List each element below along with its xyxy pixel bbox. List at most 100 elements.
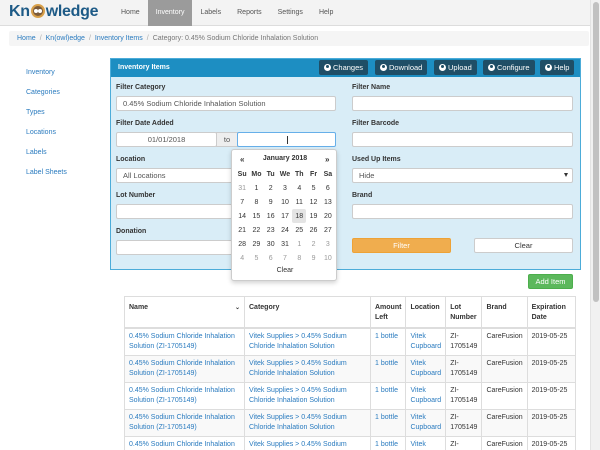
- calendar-day[interactable]: 3: [278, 181, 292, 195]
- calendar-day[interactable]: 31: [278, 237, 292, 251]
- item-location-link[interactable]: Vitek Cupboard: [405, 327, 447, 356]
- date-from-input[interactable]: 01/01/2018: [116, 132, 217, 147]
- calendar-day-today[interactable]: 18: [292, 209, 307, 223]
- calendar-day[interactable]: 4: [235, 251, 249, 265]
- nav-inventory[interactable]: Inventory: [147, 0, 193, 26]
- calendar-day[interactable]: 2: [306, 237, 320, 251]
- item-category-link[interactable]: Vitek Supplies > 0.45% Sodium Chloride I…: [244, 327, 371, 356]
- sidebar-item-inventory[interactable]: Inventory: [26, 66, 67, 86]
- configure-button[interactable]: Configure: [483, 60, 535, 75]
- item-location-link[interactable]: Vitek Cupboard: [405, 355, 447, 383]
- calendar-day[interactable]: 14: [235, 209, 249, 223]
- add-item-button[interactable]: Add Item: [528, 274, 573, 289]
- filter-barcode-input[interactable]: [352, 132, 573, 147]
- calendar-day[interactable]: 15: [249, 209, 263, 223]
- nav-help[interactable]: Help: [311, 0, 341, 26]
- item-category-link[interactable]: Vitek Supplies > 0.45% Sodium Chloride I…: [244, 409, 371, 437]
- calendar-day[interactable]: 7: [278, 251, 292, 265]
- date-to-input[interactable]: [237, 132, 336, 147]
- calendar-day[interactable]: 28: [235, 237, 249, 251]
- calendar-day[interactable]: 24: [278, 223, 292, 237]
- upload-button[interactable]: Upload: [434, 60, 477, 75]
- sidebar-item-locations[interactable]: Locations: [26, 126, 67, 146]
- sidebar-item-label-sheets[interactable]: Label Sheets: [26, 166, 67, 186]
- item-amount-link[interactable]: 1 bottle: [369, 355, 407, 383]
- next-month-button[interactable]: »: [325, 155, 329, 164]
- changes-button[interactable]: Changes: [319, 60, 369, 75]
- column-header-brand[interactable]: Brand: [481, 296, 528, 329]
- column-header-amount-left[interactable]: Amount Left: [369, 296, 407, 329]
- calendar-day[interactable]: 7: [235, 195, 249, 209]
- calendar-day[interactable]: 30: [264, 237, 278, 251]
- calendar-day[interactable]: 10: [321, 251, 335, 265]
- nav-home[interactable]: Home: [113, 0, 148, 26]
- calendar-day[interactable]: 12: [306, 195, 320, 209]
- item-location-link[interactable]: Vitek Cupboard: [405, 436, 447, 450]
- calendar-day[interactable]: 31: [235, 181, 249, 195]
- nav-labels[interactable]: Labels: [192, 0, 229, 26]
- calendar-day[interactable]: 3: [321, 237, 335, 251]
- item-amount-link[interactable]: 1 bottle: [369, 436, 407, 450]
- calendar-day[interactable]: 16: [264, 209, 278, 223]
- sidebar-item-labels[interactable]: Labels: [26, 146, 67, 166]
- column-header-name[interactable]: Name ⌄: [124, 296, 245, 329]
- scrollbar-thumb[interactable]: [593, 2, 599, 302]
- brand-input[interactable]: [352, 204, 573, 219]
- lot-number-input[interactable]: [116, 204, 236, 219]
- datepicker-clear-button[interactable]: Clear: [232, 267, 338, 274]
- calendar-day[interactable]: 26: [306, 223, 320, 237]
- item-category-link[interactable]: Vitek Supplies > 0.45% Sodium Chloride I…: [244, 355, 371, 383]
- nav-reports[interactable]: Reports: [229, 0, 270, 26]
- calendar-day[interactable]: 20: [321, 209, 335, 223]
- brand-logo[interactable]: Kn wledge: [9, 3, 98, 21]
- calendar-day[interactable]: 4: [292, 181, 306, 195]
- item-name-link[interactable]: 0.45% Sodium Chloride Inhalation Solutio…: [124, 436, 245, 450]
- item-amount-link[interactable]: 1 bottle: [369, 382, 407, 410]
- breadcrumb-knowledge[interactable]: Kn(owl)edge: [46, 35, 85, 42]
- calendar-day[interactable]: 22: [249, 223, 263, 237]
- breadcrumb-inventory-items[interactable]: Inventory Items: [95, 35, 143, 42]
- calendar-day[interactable]: 29: [249, 237, 263, 251]
- calendar-day[interactable]: 5: [306, 181, 320, 195]
- calendar-day[interactable]: 19: [306, 209, 320, 223]
- item-name-link[interactable]: 0.45% Sodium Chloride Inhalation Solutio…: [124, 355, 245, 383]
- calendar-day[interactable]: 8: [249, 195, 263, 209]
- item-amount-link[interactable]: 1 bottle: [369, 409, 407, 437]
- nav-settings[interactable]: Settings: [270, 0, 311, 26]
- calendar-day[interactable]: 23: [264, 223, 278, 237]
- prev-month-button[interactable]: «: [240, 155, 244, 164]
- calendar-day[interactable]: 5: [249, 251, 263, 265]
- calendar-day[interactable]: 27: [321, 223, 335, 237]
- filter-category-input[interactable]: 0.45% Sodium Chloride Inhalation Solutio…: [116, 96, 336, 111]
- calendar-day[interactable]: 9: [306, 251, 320, 265]
- item-category-link[interactable]: Vitek Supplies > 0.45% Sodium Chloride I…: [244, 382, 371, 410]
- calendar-day[interactable]: 17: [278, 209, 292, 223]
- breadcrumb-home[interactable]: Home: [17, 35, 36, 42]
- column-header-expiration-date[interactable]: Expiration Date: [526, 296, 576, 329]
- item-category-link[interactable]: Vitek Supplies > 0.45% Sodium Chloride I…: [244, 436, 371, 450]
- donation-input[interactable]: [116, 240, 236, 255]
- item-location-link[interactable]: Vitek Cupboard: [405, 409, 447, 437]
- calendar-day[interactable]: 1: [292, 237, 306, 251]
- filter-name-input[interactable]: [352, 96, 573, 111]
- column-header-category[interactable]: Category: [244, 296, 371, 329]
- clear-filters-button[interactable]: Clear: [474, 238, 573, 253]
- item-location-link[interactable]: Vitek Cupboard: [405, 382, 447, 410]
- location-select[interactable]: All Locations: [116, 168, 236, 183]
- column-header-location[interactable]: Location: [405, 296, 447, 329]
- calendar-day[interactable]: 6: [321, 181, 335, 195]
- item-name-link[interactable]: 0.45% Sodium Chloride Inhalation Solutio…: [124, 409, 245, 437]
- sidebar-item-types[interactable]: Types: [26, 106, 67, 126]
- calendar-day[interactable]: 10: [278, 195, 292, 209]
- help-button[interactable]: Help: [540, 60, 575, 75]
- item-amount-link[interactable]: 1 bottle: [369, 327, 407, 356]
- column-header-lot-number[interactable]: Lot Number: [445, 296, 483, 329]
- calendar-day[interactable]: 9: [264, 195, 278, 209]
- used-up-items-select[interactable]: Hide: [352, 168, 573, 183]
- calendar-day[interactable]: 6: [264, 251, 278, 265]
- item-name-link[interactable]: 0.45% Sodium Chloride Inhalation Solutio…: [124, 327, 245, 356]
- calendar-day[interactable]: 11: [292, 195, 306, 209]
- filter-button[interactable]: Filter: [352, 238, 451, 253]
- calendar-day[interactable]: 25: [292, 223, 306, 237]
- calendar-day[interactable]: 2: [264, 181, 278, 195]
